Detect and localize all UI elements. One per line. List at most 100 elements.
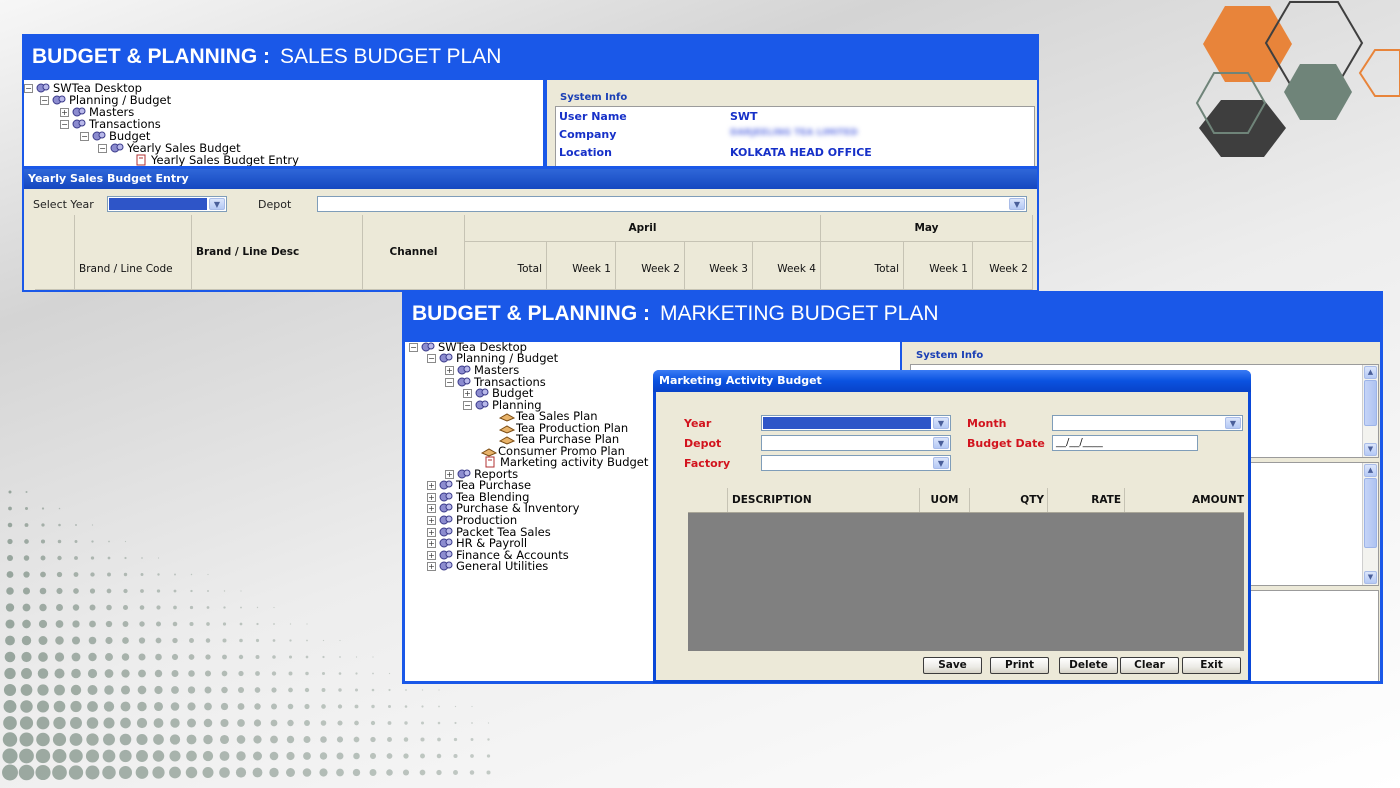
- chevron-down-icon[interactable]: ▼: [1225, 417, 1241, 429]
- april-week-4-header[interactable]: Week 4: [753, 242, 821, 290]
- scroll-thumb[interactable]: [1364, 478, 1377, 548]
- brand-line-code-header[interactable]: Brand / Line Code: [75, 215, 192, 290]
- decorative-dot: [319, 768, 328, 777]
- collapse-icon[interactable]: −: [427, 354, 436, 363]
- chevron-down-icon[interactable]: ▼: [933, 457, 949, 469]
- decorative-dot: [219, 751, 230, 761]
- scroll-thumb[interactable]: [1364, 380, 1377, 426]
- decorative-dot: [136, 717, 148, 729]
- decorative-dot: [23, 555, 30, 561]
- print-button[interactable]: Print: [990, 657, 1049, 674]
- qty-header[interactable]: QTY: [970, 488, 1048, 512]
- decorative-dot: [122, 604, 129, 611]
- decorative-dot: [157, 557, 160, 559]
- amount-header[interactable]: AMOUNT: [1125, 488, 1244, 512]
- decorative-dot: [120, 717, 131, 729]
- decorative-dot: [207, 573, 209, 576]
- decorative-dot: [85, 749, 100, 763]
- decorative-dot: [52, 749, 67, 763]
- brand-line-desc-header[interactable]: Brand / Line Desc: [192, 215, 363, 290]
- expand-icon[interactable]: +: [427, 528, 436, 537]
- expand-icon[interactable]: +: [427, 562, 436, 571]
- depot-dropdown[interactable]: ▼: [761, 435, 951, 451]
- clear-button[interactable]: Clear: [1120, 657, 1179, 674]
- yearly-sales-form-title: Yearly Sales Budget Entry: [28, 172, 189, 185]
- may-week-1-header[interactable]: Week 1: [904, 242, 973, 290]
- chevron-down-icon[interactable]: ▼: [209, 198, 225, 210]
- decorative-dot: [123, 572, 128, 577]
- expand-icon[interactable]: +: [427, 539, 436, 548]
- factory-dropdown[interactable]: ▼: [761, 455, 951, 471]
- decorative-dot: [138, 653, 146, 661]
- depot-dropdown[interactable]: ▼: [317, 196, 1027, 212]
- decorative-dot: [369, 769, 377, 776]
- april-week-2-header[interactable]: Week 2: [616, 242, 685, 290]
- decorative-dot: [173, 605, 177, 610]
- save-button[interactable]: Save: [923, 657, 982, 674]
- decorative-dot: [287, 719, 294, 727]
- decorative-dot: [202, 766, 214, 779]
- collapse-icon[interactable]: −: [98, 144, 107, 153]
- expand-icon[interactable]: +: [445, 470, 454, 479]
- expand-icon[interactable]: +: [427, 504, 436, 513]
- select-year-dropdown[interactable]: ▼: [107, 196, 227, 212]
- may-week-2-header[interactable]: Week 2: [973, 242, 1033, 290]
- sales-budget-panel: BUDGET & PLANNING : SALES BUDGET PLAN − SW…: [22, 34, 1039, 292]
- expand-icon[interactable]: +: [427, 516, 436, 525]
- uom-header[interactable]: UOM: [920, 488, 970, 512]
- expand-icon[interactable]: +: [427, 493, 436, 502]
- decorative-dot: [186, 734, 197, 745]
- decorative-dot: [419, 769, 426, 776]
- decorative-dot: [22, 587, 31, 595]
- channel-header[interactable]: Channel: [363, 215, 465, 290]
- decorative-dot: [372, 672, 374, 675]
- expand-icon[interactable]: +: [445, 366, 454, 375]
- collapse-icon[interactable]: −: [80, 132, 89, 141]
- decorative-dot: [52, 732, 67, 747]
- chevron-down-icon[interactable]: ▼: [933, 437, 949, 449]
- april-week-1-header[interactable]: Week 1: [547, 242, 616, 290]
- scroll-down-icon[interactable]: ▼: [1364, 443, 1377, 456]
- collapse-icon[interactable]: −: [445, 378, 454, 387]
- system-info-scrollbar[interactable]: ▲ ▼: [1362, 365, 1378, 457]
- expand-icon[interactable]: +: [427, 551, 436, 560]
- decorative-dot: [204, 670, 212, 677]
- scroll-up-icon[interactable]: ▲: [1364, 464, 1377, 477]
- april-week-3-header[interactable]: Week 3: [685, 242, 753, 290]
- description-header[interactable]: DESCRIPTION: [728, 488, 920, 512]
- sales-panel-title: BUDGET & PLANNING :: [32, 45, 270, 68]
- expand-icon[interactable]: +: [427, 481, 436, 490]
- collapse-icon[interactable]: −: [24, 84, 33, 93]
- decorative-dot: [3, 716, 17, 730]
- collapse-icon[interactable]: −: [463, 401, 472, 410]
- expand-icon[interactable]: +: [60, 108, 69, 117]
- decorative-dot: [90, 572, 95, 577]
- scroll-up-icon[interactable]: ▲: [1364, 366, 1377, 379]
- secondary-scrollbar[interactable]: ▲ ▼: [1362, 463, 1378, 585]
- exit-button[interactable]: Exit: [1182, 657, 1241, 674]
- budget-grid-body[interactable]: [688, 513, 1244, 651]
- decorative-dot: [70, 684, 82, 696]
- collapse-icon[interactable]: −: [409, 343, 418, 352]
- decorative-dot: [54, 684, 65, 696]
- chevron-down-icon[interactable]: ▼: [933, 417, 949, 429]
- decorative-dot: [58, 523, 61, 527]
- collapse-icon[interactable]: −: [40, 96, 49, 105]
- year-dropdown[interactable]: ▼: [761, 415, 951, 431]
- decorative-dot: [420, 737, 425, 742]
- scroll-down-icon[interactable]: ▼: [1364, 571, 1377, 584]
- april-total-header[interactable]: Total: [465, 242, 547, 290]
- collapse-icon[interactable]: −: [60, 120, 69, 129]
- chevron-down-icon[interactable]: ▼: [1009, 198, 1025, 210]
- budget-date-input[interactable]: __/__/____: [1052, 435, 1198, 451]
- dialog-titlebar[interactable]: Marketing Activity Budget: [653, 370, 1251, 392]
- tree-node-general-utilities[interactable]: + General Utilities: [427, 560, 548, 572]
- expand-icon[interactable]: +: [463, 389, 472, 398]
- may-total-header[interactable]: Total: [821, 242, 904, 290]
- rate-header[interactable]: RATE: [1048, 488, 1125, 512]
- decorative-dot: [388, 672, 391, 675]
- tree-node-yearly-sales-budget-entry[interactable]: Yearly Sales Budget Entry: [134, 154, 299, 166]
- delete-button[interactable]: Delete: [1059, 657, 1118, 674]
- decorative-dot: [372, 656, 374, 658]
- month-dropdown[interactable]: ▼: [1052, 415, 1243, 431]
